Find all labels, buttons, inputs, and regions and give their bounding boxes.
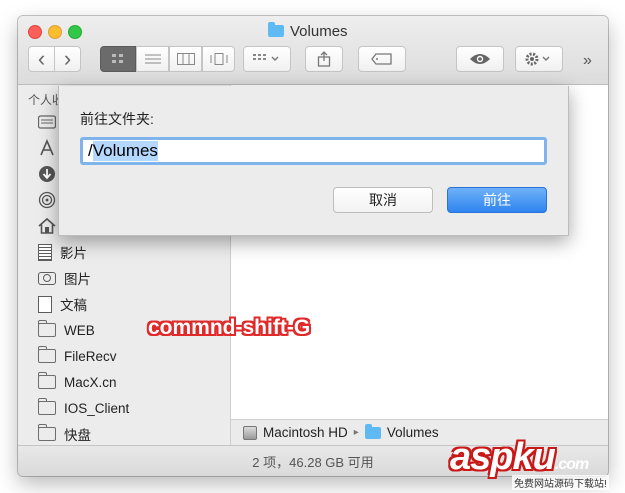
path-segment-disk[interactable]: Macintosh HD [263,425,348,440]
sidebar-item-documents[interactable]: 文稿 [38,293,87,315]
hard-drive-icon [243,425,257,440]
arrange-menu-icon [253,54,279,61]
share-button[interactable] [305,46,343,72]
go-button[interactable]: 前往 [447,187,547,213]
applications-icon [40,139,54,156]
chevron-right-icon: › [63,46,72,71]
sidebar-item-label: FileRecv [64,348,117,364]
folder-icon [37,372,56,389]
path-segment-volumes[interactable]: Volumes [387,425,439,440]
path-input-selected-text: Volumes [92,141,158,161]
folder-icon [37,346,56,363]
sidebar-item-label: IOS_Client [64,400,130,416]
window-title-text: Volumes [290,22,348,40]
view-mode-control [100,46,235,72]
sidebar-item-label: 快盘 [64,428,91,443]
eye-icon [470,54,490,64]
grid-icon [112,54,123,63]
back-button[interactable]: ‹ [28,46,55,72]
home-icon [38,217,56,234]
list-view-button[interactable] [136,46,169,72]
folder-path-input[interactable]: / Volumes [80,137,547,165]
sidebar-item-airdrop[interactable] [38,189,56,211]
folder-icon [364,423,381,439]
folder-icon [37,398,56,415]
toolbar: Volumes ‹ › » [18,16,608,85]
sidebar-item-home[interactable] [38,215,56,237]
cover-flow-icon [210,53,227,65]
sidebar-item-all-files[interactable] [38,111,56,133]
sidebar-item-macx[interactable]: MacX.cn [37,371,117,393]
watermark-logo: aspku.com 免费网站源码下载站! [450,436,620,490]
finder-window: Volumes ‹ › » 个人收 影片 图片 文稿 WEB FileRecv … [18,16,608,476]
all-files-icon [38,115,56,129]
sidebar-item-ios-client[interactable]: IOS_Client [37,397,130,419]
folder-icon [37,424,56,441]
sidebar-item-label: 文稿 [60,298,87,313]
arrange-button[interactable] [243,46,291,72]
cancel-button[interactable]: 取消 [333,187,433,213]
toolbar-overflow-icon[interactable]: » [583,52,592,70]
sidebar-item-label: MacX.cn [64,374,117,390]
sidebar-item-label: 图片 [64,272,91,287]
sidebar-item-label: 影片 [60,246,87,261]
watermark-tld: .com [554,456,589,473]
quick-look-button[interactable] [456,46,504,72]
columns-icon [176,53,195,65]
watermark-brand: aspku [450,436,556,478]
share-icon [317,51,331,67]
tag-icon [371,53,392,65]
status-text: 2 项，46.28 GB 可用 [252,455,374,470]
action-button[interactable] [515,46,563,72]
shortcut-annotation: commnd-shift-G [148,316,311,339]
list-icon [144,54,161,64]
airdrop-icon [38,191,56,209]
minimize-button[interactable] [48,25,62,39]
watermark-subtitle: 免费网站源码下载站! [512,475,609,490]
sidebar-item-label: WEB [64,322,95,338]
path-separator-icon: ▸ [353,427,359,438]
sidebar-item-pictures[interactable]: 图片 [38,267,91,289]
forward-button[interactable]: › [54,46,81,72]
icon-view-button[interactable] [100,46,136,72]
window-title: Volumes [268,22,348,40]
sidebar-item-web[interactable]: WEB [37,319,95,341]
go-to-folder-dialog: 前往文件夹: / Volumes 取消 前往 [58,86,569,236]
sidebar-item-movies[interactable]: 影片 [38,241,87,263]
dialog-label: 前往文件夹: [80,111,154,127]
watermark-main: aspku.com [450,436,589,479]
gear-icon [525,52,550,66]
film-icon [38,243,52,261]
cancel-button-label: 取消 [369,192,397,208]
document-icon [38,295,52,313]
zoom-button[interactable] [68,25,82,39]
downloads-icon [39,166,55,182]
column-view-button[interactable] [169,46,202,72]
go-button-label: 前往 [483,192,511,208]
sidebar-item-kuaipan[interactable]: 快盘 [37,423,91,445]
sidebar-item-downloads[interactable] [38,163,56,185]
sidebar-item-filerecv[interactable]: FileRecv [37,345,117,367]
camera-icon [38,271,56,285]
sidebar-item-applications[interactable] [38,137,56,159]
close-button[interactable] [28,25,42,39]
chevron-left-icon: ‹ [37,46,46,71]
tags-button[interactable] [358,46,406,72]
cover-flow-button[interactable] [202,46,235,72]
folder-icon [268,22,284,37]
folder-icon [37,320,56,337]
